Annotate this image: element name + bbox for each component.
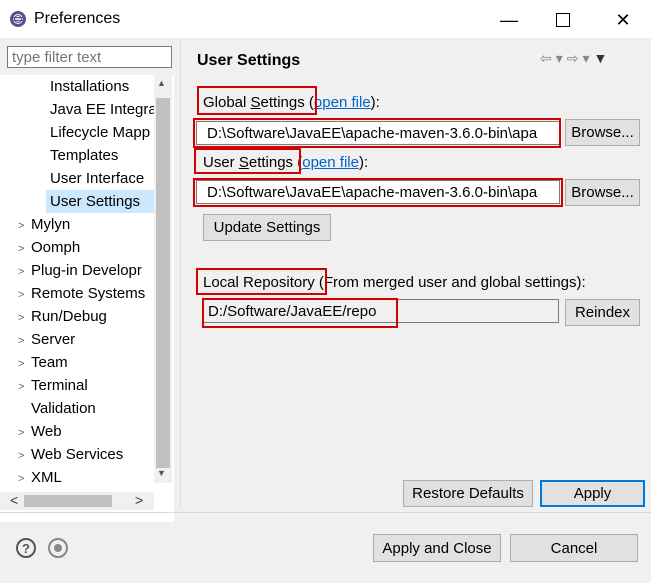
tree-item-plugin-development[interactable]: Plug-in Developr	[31, 259, 142, 282]
forward-arrow-icon[interactable]: ⇨	[567, 50, 583, 66]
local-repository-path-field: D:/Software/JavaEE/repo	[203, 299, 559, 323]
update-settings-button[interactable]: Update Settings	[203, 214, 331, 241]
help-icon[interactable]: ?	[16, 538, 36, 558]
maximize-icon	[556, 13, 570, 27]
chevron-right-icon[interactable]: >	[18, 289, 24, 301]
tree-item-templates[interactable]: Templates	[50, 144, 118, 167]
tree-item-run-debug[interactable]: Run/Debug	[31, 305, 107, 328]
tree-item-xml[interactable]: XML	[31, 466, 62, 489]
chevron-right-icon[interactable]: >	[18, 335, 24, 347]
filter-input[interactable]	[7, 46, 172, 68]
apply-and-close-button[interactable]: Apply and Close	[373, 534, 501, 562]
tree-item-terminal[interactable]: Terminal	[31, 374, 88, 397]
preference-tree: Installations Java EE Integra Lifecycle …	[0, 75, 174, 522]
scroll-down-arrow-icon[interactable]: ▼	[157, 468, 166, 478]
chevron-right-icon[interactable]: >	[18, 312, 24, 324]
chevron-right-icon[interactable]: >	[18, 450, 24, 462]
chevron-down-icon[interactable]: ▾	[556, 50, 567, 66]
back-arrow-icon[interactable]: ⇦	[540, 50, 556, 66]
chevron-right-icon[interactable]: >	[18, 473, 24, 485]
tree-vertical-scroll-thumb[interactable]	[156, 98, 170, 468]
chevron-right-icon[interactable]: >	[18, 358, 24, 370]
tree-item-server[interactable]: Server	[31, 328, 75, 351]
cancel-button[interactable]: Cancel	[510, 534, 638, 562]
record-icon[interactable]	[48, 538, 68, 558]
view-menu-icon[interactable]: ▼	[594, 50, 612, 66]
reindex-button[interactable]: Reindex	[565, 299, 640, 326]
global-settings-path-input[interactable]: D:\Software\JavaEE\apache-maven-3.6.0-bi…	[196, 121, 560, 145]
chevron-down-icon[interactable]: ▾	[583, 50, 594, 66]
tree-horizontal-scroll-thumb[interactable]	[24, 495, 112, 507]
chevron-right-icon[interactable]: >	[18, 220, 24, 232]
tree-item-user-settings[interactable]: User Settings	[46, 190, 154, 213]
global-settings-browse-button[interactable]: Browse...	[565, 119, 640, 146]
maximize-button[interactable]	[540, 6, 586, 34]
tree-item-user-interface[interactable]: User Interface	[50, 167, 144, 190]
user-settings-open-file-link[interactable]: open file	[302, 154, 359, 171]
dialog-content: Installations Java EE Integra Lifecycle …	[0, 38, 651, 583]
tree-item-lifecycle-mappings[interactable]: Lifecycle Mapp	[50, 121, 150, 144]
scroll-right-arrow-icon[interactable]: >	[135, 492, 143, 508]
restore-defaults-button[interactable]: Restore Defaults	[403, 480, 533, 507]
tree-item-web[interactable]: Web	[31, 420, 62, 443]
chevron-right-icon[interactable]: >	[18, 266, 24, 278]
window-title: Preferences	[34, 10, 121, 27]
global-settings-label: Global Settings (open file):	[203, 94, 380, 111]
chevron-right-icon[interactable]: >	[18, 427, 24, 439]
tree-item-oomph[interactable]: Oomph	[31, 236, 80, 259]
close-button[interactable]: ✕	[600, 6, 646, 34]
chevron-right-icon[interactable]: >	[18, 243, 24, 255]
title-bar: Preferences — ✕	[0, 0, 651, 38]
footer-divider	[0, 512, 651, 513]
tree-item-remote-systems[interactable]: Remote Systems	[31, 282, 145, 305]
user-settings-browse-button[interactable]: Browse...	[565, 179, 640, 206]
tree-item-installations[interactable]: Installations	[50, 75, 129, 98]
scroll-up-arrow-icon[interactable]: ▲	[157, 78, 166, 88]
global-settings-open-file-link[interactable]: open file	[314, 94, 371, 111]
scroll-left-arrow-icon[interactable]: <	[10, 492, 18, 508]
user-settings-label: User Settings (open file):	[203, 154, 369, 171]
tree-item-web-services[interactable]: Web Services	[31, 443, 123, 466]
local-repository-label: Local Repository (From merged user and g…	[203, 274, 586, 291]
chevron-right-icon[interactable]: >	[18, 381, 24, 393]
page-title: User Settings	[197, 52, 301, 69]
tree-item-mylyn[interactable]: Mylyn	[31, 213, 70, 236]
pane-divider[interactable]	[180, 38, 181, 508]
tree-item-java-ee-integration[interactable]: Java EE Integra	[50, 98, 157, 121]
page-navigation: ⇦▾⇨▾▼	[540, 50, 611, 67]
eclipse-app-icon	[10, 11, 26, 27]
tree-item-validation[interactable]: Validation	[31, 397, 96, 420]
tree-item-team[interactable]: Team	[31, 351, 68, 374]
user-settings-path-input[interactable]: D:\Software\JavaEE\apache-maven-3.6.0-bi…	[196, 180, 560, 204]
apply-button[interactable]: Apply	[540, 480, 645, 507]
minimize-button[interactable]: —	[486, 6, 532, 34]
